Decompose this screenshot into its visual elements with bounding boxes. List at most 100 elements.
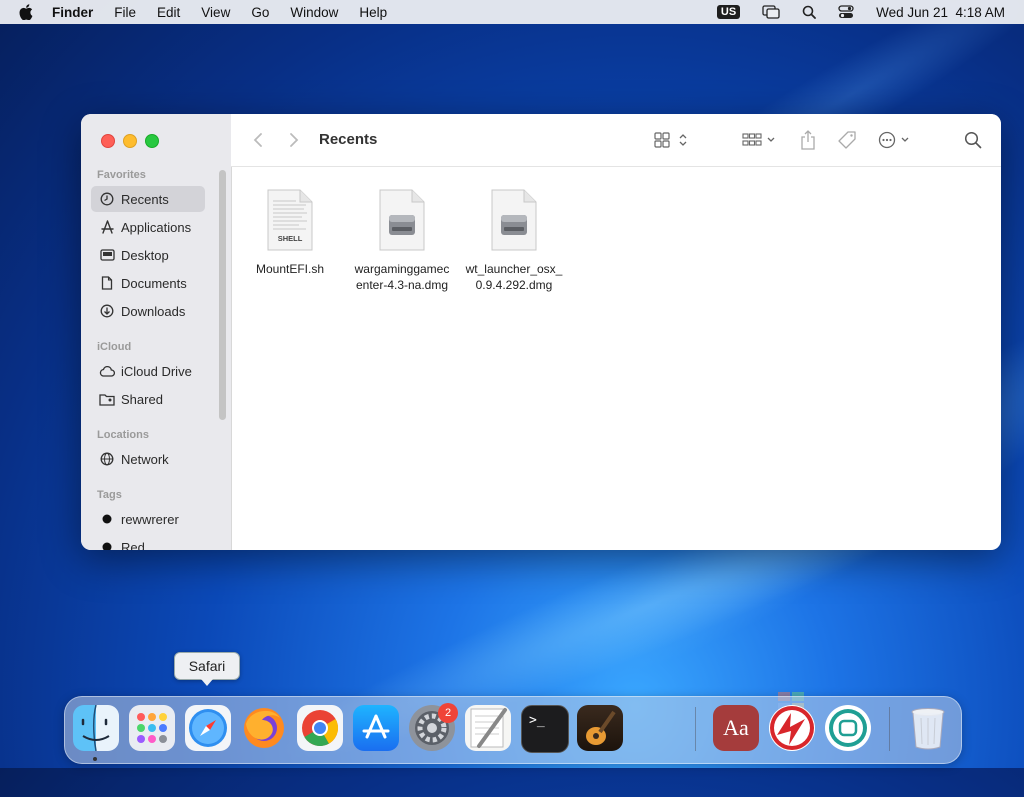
sidebar-item-label: iCloud Drive: [121, 363, 192, 379]
disk-image-icon: [378, 189, 426, 251]
disk-image-icon: [490, 189, 538, 251]
sidebar-item-label: Network: [121, 451, 169, 467]
menubar-clock[interactable]: Wed Jun 21 4:18 AM: [876, 5, 1005, 20]
desktop-icon: [99, 247, 115, 263]
file-item[interactable]: SHELL MountEFI.sh: [234, 189, 346, 277]
terminal-icon[interactable]: >_: [521, 705, 569, 753]
control-center-icon[interactable]: [838, 5, 854, 19]
file-type-label: SHELL: [277, 234, 303, 243]
file-name: enter-4.3-na.dmg: [355, 278, 449, 292]
textedit-icon[interactable]: [465, 705, 511, 751]
terminal-prompt: >_: [529, 713, 545, 728]
window-title: Recents: [319, 131, 378, 148]
shell-script-icon: SHELL: [266, 189, 314, 251]
sidebar-item-recents[interactable]: Recents: [91, 186, 205, 212]
sidebar-item-label: Red: [121, 539, 145, 551]
cloud-icon: [99, 363, 115, 379]
menu-file[interactable]: File: [114, 5, 136, 20]
finder-icon[interactable]: [73, 705, 119, 751]
file-name: 0.9.4.292.dmg: [475, 278, 553, 292]
menu-finder[interactable]: Finder: [52, 5, 93, 20]
globe-icon: [99, 451, 115, 467]
ellipsis-circle-icon: [878, 131, 909, 149]
forward-chevron-icon[interactable]: [289, 130, 299, 150]
group-by-button[interactable]: [742, 130, 778, 150]
file-name: wargaminggamec: [354, 262, 450, 276]
search-icon[interactable]: [964, 130, 982, 150]
menu-go[interactable]: Go: [251, 5, 269, 20]
sidebar-item-documents[interactable]: Documents: [91, 270, 205, 296]
menu-window[interactable]: Window: [290, 5, 338, 20]
wargaming-center-icon[interactable]: [825, 705, 871, 751]
app-store-icon[interactable]: [353, 705, 399, 751]
shared-folder-icon: [99, 391, 115, 407]
menu-view[interactable]: View: [201, 5, 230, 20]
dock-separator: [889, 707, 890, 751]
file-name: wt_launcher_osx_: [465, 262, 563, 276]
sidebar-item-downloads[interactable]: Downloads: [91, 298, 205, 324]
file-browser: SHELL MountEFI.sh wargaminggamec enter-4.…: [232, 167, 1001, 550]
menu-bar: Finder File Edit View Go Window Help US …: [0, 0, 1024, 24]
sidebar-item-label: rewwrerer: [121, 511, 179, 527]
sidebar-item-label: Recents: [121, 191, 169, 207]
grid-view-icon: [654, 132, 687, 148]
sidebar-item-tag[interactable]: rewwrerer: [91, 506, 205, 532]
screen-mirroring-icon[interactable]: [762, 5, 780, 19]
dock-separator: [695, 707, 696, 751]
dictionary-icon[interactable]: Aa: [713, 705, 759, 751]
file-item[interactable]: wargaminggamec enter-4.3-na.dmg: [346, 189, 458, 293]
zoom-button[interactable]: [145, 134, 159, 148]
menu-edit[interactable]: Edit: [157, 5, 180, 20]
applications-icon: [99, 219, 115, 235]
view-icons-button[interactable]: [654, 130, 690, 150]
finder-window: Favorites Recents Applications Desktop D…: [81, 114, 1001, 550]
sidebar-scrollbar[interactable]: [219, 170, 226, 420]
sidebar-item-applications[interactable]: Applications: [91, 214, 205, 240]
dictionary-label: Aa: [723, 715, 749, 740]
tag-dot-icon: [99, 539, 115, 550]
chrome-icon[interactable]: [297, 705, 343, 751]
document-icon: [99, 275, 115, 291]
sidebar-header-locations: Locations: [97, 429, 149, 441]
sidebar-header-icloud: iCloud: [97, 341, 132, 353]
running-indicator: [93, 757, 97, 761]
sidebar-item-label: Downloads: [121, 303, 186, 319]
input-source-badge[interactable]: US: [716, 5, 741, 19]
safari-icon[interactable]: [185, 705, 231, 751]
launchpad-icon[interactable]: [129, 705, 175, 751]
clock-icon: [99, 191, 115, 207]
garageband-icon[interactable]: [577, 705, 623, 751]
file-item[interactable]: wt_launcher_osx_ 0.9.4.292.dmg: [458, 189, 570, 293]
back-chevron-icon[interactable]: [253, 130, 263, 150]
tag-dot-icon: [99, 511, 115, 527]
finder-sidebar: Favorites Recents Applications Desktop D…: [81, 114, 232, 550]
close-button[interactable]: [101, 134, 115, 148]
apple-icon[interactable]: [19, 4, 33, 20]
share-icon[interactable]: [800, 130, 816, 150]
window-controls: [101, 134, 167, 148]
war-thunder-icon[interactable]: [769, 705, 815, 751]
more-actions-button[interactable]: [878, 130, 914, 150]
tag-icon[interactable]: [837, 130, 857, 150]
sidebar-item-icloud-drive[interactable]: iCloud Drive: [91, 358, 205, 384]
sidebar-item-label: Applications: [121, 219, 192, 235]
dock: >_ Aa: [64, 696, 962, 764]
menu-help[interactable]: Help: [359, 5, 387, 20]
download-icon: [99, 303, 115, 319]
sidebar-header-tags: Tags: [97, 489, 122, 501]
sidebar-header-favorites: Favorites: [97, 169, 146, 181]
sidebar-item-desktop[interactable]: Desktop: [91, 242, 205, 268]
sidebar-item-tag[interactable]: Red: [91, 534, 205, 550]
settings-notification-badge: 2: [438, 703, 458, 723]
sidebar-item-network[interactable]: Network: [91, 446, 205, 472]
spotlight-search-icon[interactable]: [802, 5, 817, 19]
trash-icon[interactable]: [905, 705, 951, 751]
sidebar-item-shared[interactable]: Shared: [91, 386, 205, 412]
sidebar-item-label: Shared: [121, 391, 163, 407]
dock-tooltip: Safari: [174, 652, 240, 686]
finder-toolbar: Recents: [231, 114, 1001, 167]
sidebar-item-label: Documents: [121, 275, 187, 291]
firefox-icon[interactable]: [241, 705, 287, 751]
minimize-button[interactable]: [123, 134, 137, 148]
group-grid-icon: [742, 133, 775, 146]
